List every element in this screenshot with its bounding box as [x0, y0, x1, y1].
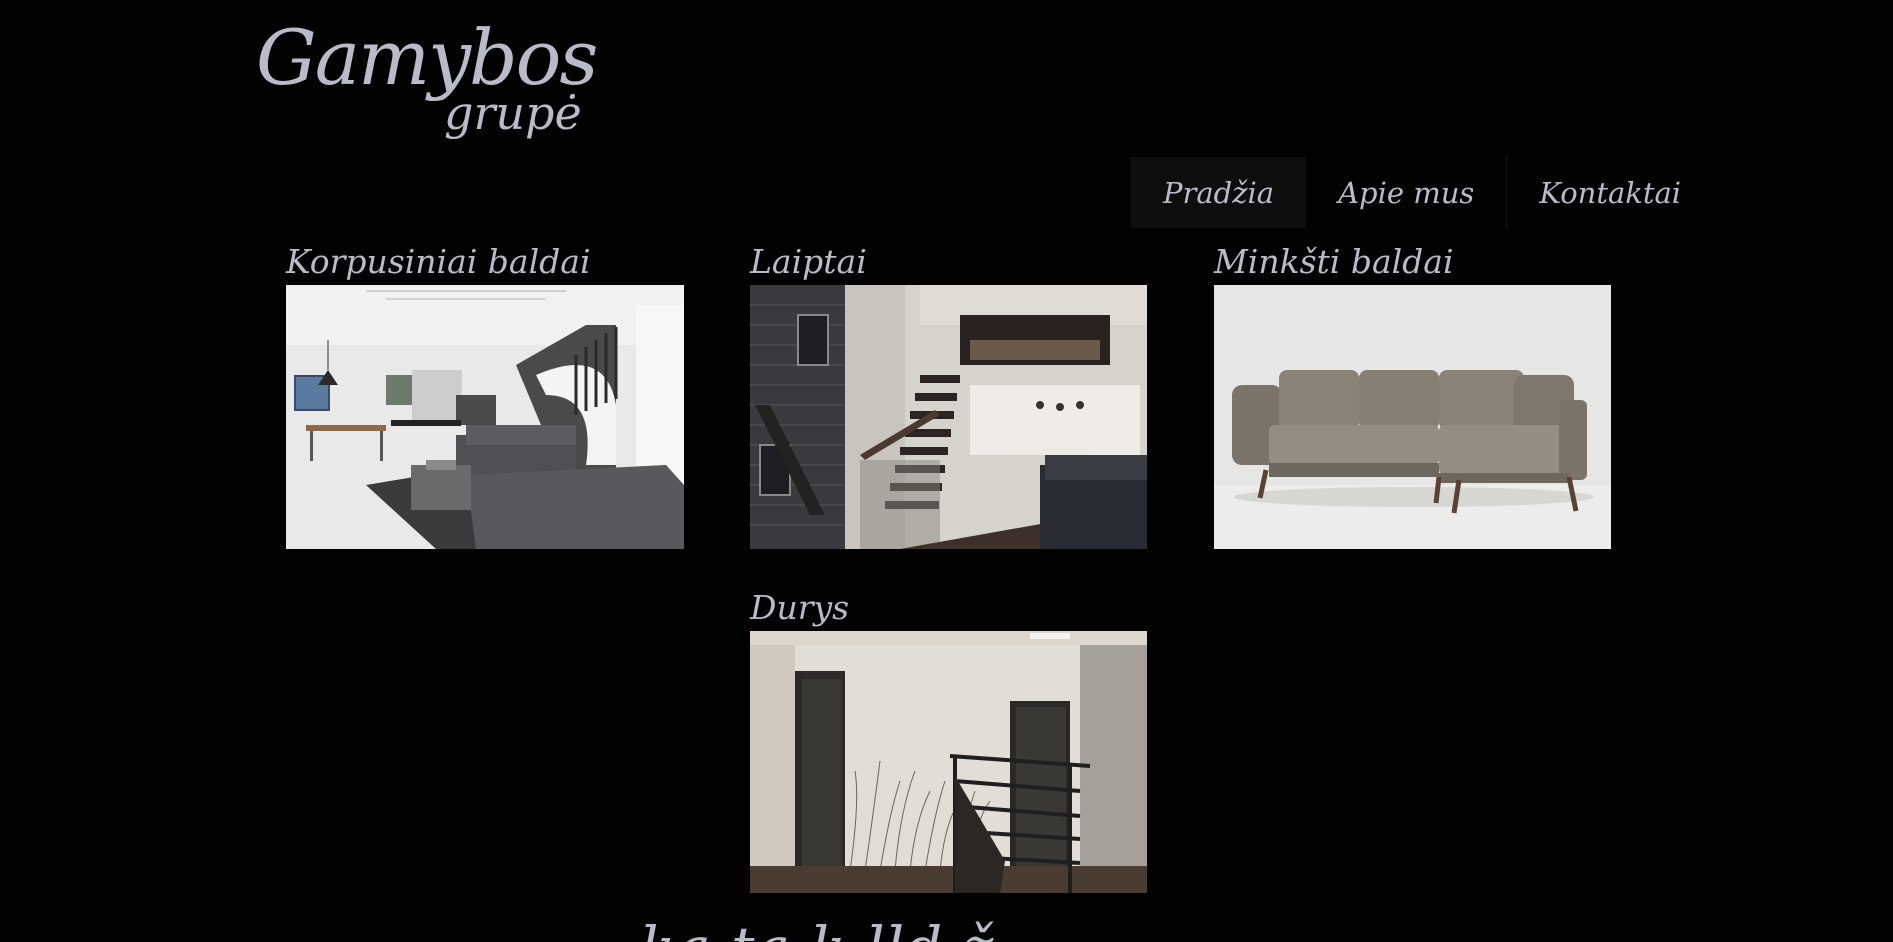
- category-title[interactable]: Laiptai: [750, 242, 867, 282]
- doors-photo[interactable]: [750, 631, 1147, 893]
- bottom-heading-partial: ka ta k lld ž: [640, 918, 994, 942]
- main-navigation: Pradžia Apie mus Kontaktai: [1131, 157, 1713, 228]
- nav-item-pradzia[interactable]: Pradžia: [1131, 157, 1307, 228]
- category-title[interactable]: Minkšti baldai: [1214, 242, 1454, 282]
- sofa-photo[interactable]: [1214, 285, 1611, 549]
- category-title[interactable]: Durys: [750, 588, 849, 628]
- nav-item-apie-mus[interactable]: Apie mus: [1306, 157, 1506, 228]
- category-title[interactable]: Korpusiniai baldai: [286, 242, 591, 282]
- site-logo[interactable]: Gamybos grupė: [256, 18, 598, 139]
- logo-text-line2: grupė: [444, 86, 582, 140]
- living-room-photo[interactable]: [286, 285, 684, 549]
- nav-item-kontaktai[interactable]: Kontaktai: [1507, 157, 1713, 228]
- stairs-photo[interactable]: [750, 285, 1147, 549]
